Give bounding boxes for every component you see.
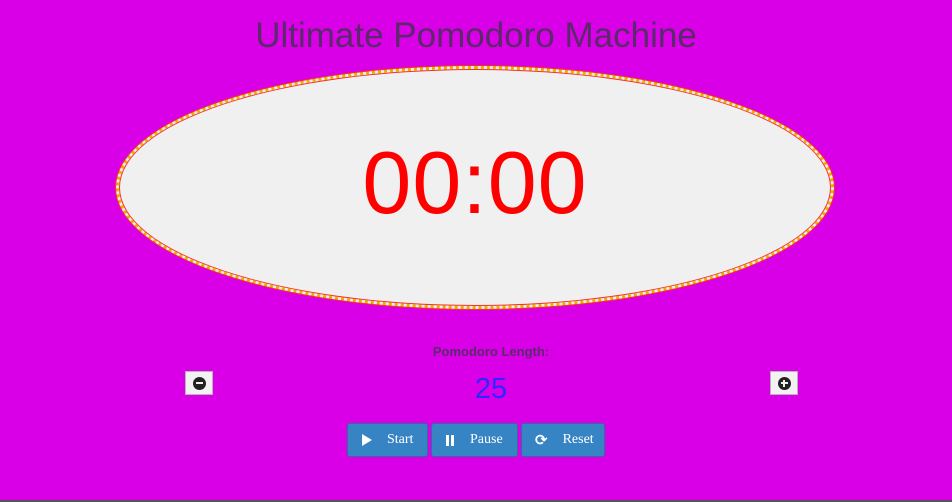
reset-button[interactable]: ⟳ Reset [521,423,605,457]
pause-icon [446,434,455,446]
reset-button-label: Reset [562,432,594,447]
pause-button-label: Pause [470,432,503,447]
pomodoro-length-value: 25 [474,373,508,405]
app-title: Ultimate Pomodoro Machine [255,16,697,55]
timer-display: 00:00 [362,132,588,232]
pause-button[interactable]: Pause [431,423,518,457]
play-icon [362,434,372,446]
increase-length-button[interactable] [770,371,798,395]
pomodoro-length-label: Pomodoro Length: [432,344,550,359]
timer-controls: Start Pause ⟳ Reset [347,423,605,457]
start-button-label: Start [387,432,414,447]
refresh-icon: ⟳ [535,430,548,449]
start-button[interactable]: Start [347,423,428,457]
timer-clock-face: 00:00 [116,66,834,309]
plus-circle-icon [777,376,791,390]
